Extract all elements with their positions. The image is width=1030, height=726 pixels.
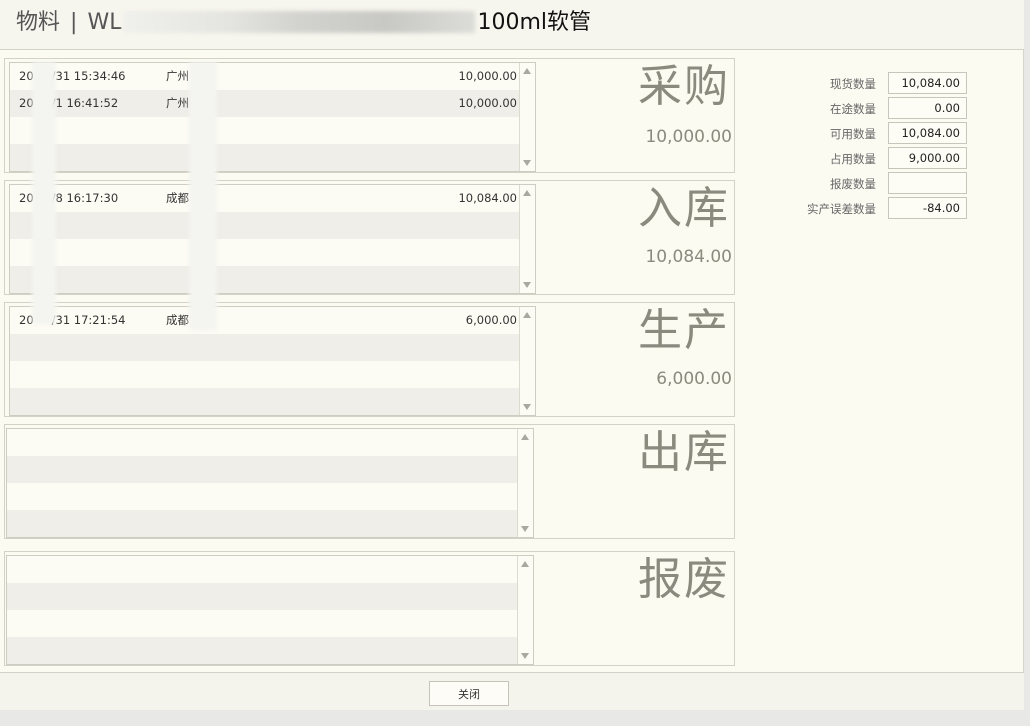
- stat-value: 10,084.00: [888, 122, 967, 144]
- panel-total: 10,084.00: [645, 247, 732, 267]
- redacted-region: [32, 62, 56, 324]
- purchase-list[interactable]: 20/31 15:34:46 广州 10,000.00 20/1 16:41:5…: [9, 62, 536, 172]
- panel-total: 10,000.00: [645, 127, 732, 147]
- table-row-empty: [10, 117, 519, 144]
- stat-label: 可用数量: [830, 127, 876, 141]
- panel-outbound: 出库: [4, 424, 735, 539]
- table-row-empty: [7, 583, 517, 610]
- stat-value: -84.00: [888, 197, 967, 219]
- table-row-empty: [7, 610, 517, 637]
- table-row-empty: [10, 212, 519, 239]
- row-org: 成都: [166, 191, 189, 205]
- stat-row: 可用数量 10,084.00: [780, 122, 1000, 147]
- scroll-up-icon[interactable]: [521, 561, 529, 567]
- table-row[interactable]: 20/8 16:17:30 成都 10,084.00: [10, 185, 519, 212]
- stat-label: 实产误差数量: [807, 202, 876, 216]
- panel-purchase: 20/31 15:34:46 广州 10,000.00 20/1 16:41:5…: [4, 58, 735, 173]
- scroll-down-icon[interactable]: [523, 282, 531, 288]
- stat-row: 在途数量 0.00: [780, 97, 1000, 122]
- table-row-empty: [10, 361, 519, 388]
- inbound-list[interactable]: 20/8 16:17:30 成都 10,084.00: [9, 184, 536, 294]
- panel-title: 报废: [638, 554, 730, 605]
- scrollbar[interactable]: [517, 429, 533, 537]
- scroll-up-icon[interactable]: [523, 68, 531, 74]
- footer: 关闭: [0, 672, 1024, 710]
- title-separator: |: [70, 10, 78, 35]
- panel-title: 采购: [638, 61, 730, 112]
- stat-row: 实产误差数量 -84.00: [780, 197, 1000, 222]
- panel-inbound: 20/8 16:17:30 成都 10,084.00 入库 10,084.00: [4, 180, 735, 295]
- header: 物料 | WL 100ml软管: [0, 0, 1024, 50]
- stat-label: 在途数量: [830, 102, 876, 116]
- stat-label: 占用数量: [830, 152, 876, 166]
- stat-label: 报废数量: [830, 177, 876, 191]
- table-row-empty: [7, 637, 517, 664]
- stat-value: 10,084.00: [888, 72, 967, 94]
- title-prefix: 物料: [16, 10, 61, 35]
- row-org: 广州: [166, 69, 189, 83]
- row-qty: 10,084.00: [458, 191, 517, 205]
- scroll-up-icon[interactable]: [521, 434, 529, 440]
- table-row-empty: [10, 239, 519, 266]
- table-row[interactable]: 20/31 17:21:54 成都 6,000.00: [10, 307, 519, 334]
- redacted-region: [123, 11, 476, 33]
- scroll-down-icon[interactable]: [523, 404, 531, 410]
- panel-title: 入库: [638, 183, 730, 234]
- stat-value: 0.00: [888, 97, 967, 119]
- scroll-up-icon[interactable]: [523, 312, 531, 318]
- page-title: 物料 | WL 100ml软管: [16, 8, 591, 38]
- scrollbar[interactable]: [519, 185, 535, 293]
- table-row-empty: [7, 456, 517, 483]
- stat-row: 报废数量: [780, 172, 1000, 197]
- stock-summary: 现货数量 10,084.00 在途数量 0.00 可用数量 10,084.00 …: [780, 72, 1000, 222]
- scroll-down-icon[interactable]: [521, 653, 529, 659]
- table-row-empty: [7, 556, 517, 583]
- panel-production: 20/31 17:21:54 成都 6,000.00 生产 6,000.00: [4, 302, 735, 417]
- table-row-empty: [7, 483, 517, 510]
- scrap-list[interactable]: [6, 555, 534, 665]
- panel-title: 生产: [638, 305, 730, 356]
- stat-row: 占用数量 9,000.00: [780, 147, 1000, 172]
- material-detail-window: 物料 | WL 100ml软管 20/31 15:34:46 广州 10,000.00…: [0, 0, 1024, 710]
- stat-row: 现货数量 10,084.00: [780, 72, 1000, 97]
- row-qty: 10,000.00: [458, 96, 517, 110]
- table-row-empty: [10, 266, 519, 293]
- scroll-down-icon[interactable]: [523, 160, 531, 166]
- panel-title: 出库: [638, 427, 730, 478]
- scroll-up-icon[interactable]: [523, 190, 531, 196]
- table-row-empty: [10, 144, 519, 171]
- panel-scrap: 报废: [4, 551, 735, 666]
- table-row-empty: [7, 510, 517, 537]
- table-row-empty: [10, 388, 519, 415]
- production-list[interactable]: 20/31 17:21:54 成都 6,000.00: [9, 306, 536, 416]
- row-qty: 10,000.00: [458, 69, 517, 83]
- title-code: WL: [87, 10, 122, 35]
- outbound-list[interactable]: [6, 428, 534, 538]
- stat-label: 现货数量: [830, 77, 876, 91]
- table-row-empty: [10, 334, 519, 361]
- row-org: 成都: [166, 313, 189, 327]
- close-button[interactable]: 关闭: [429, 681, 509, 706]
- table-row[interactable]: 20/1 16:41:52 广州 10,000.00: [10, 90, 519, 117]
- table-row[interactable]: 20/31 15:34:46 广州 10,000.00: [10, 63, 519, 90]
- scrollbar[interactable]: [519, 63, 535, 171]
- scrollbar[interactable]: [519, 307, 535, 415]
- stat-value: [888, 172, 967, 194]
- scroll-down-icon[interactable]: [521, 526, 529, 532]
- title-name: 100ml软管: [477, 10, 591, 35]
- stat-value: 9,000.00: [888, 147, 967, 169]
- table-row-empty: [7, 429, 517, 456]
- redacted-region: [189, 62, 217, 330]
- scrollbar[interactable]: [517, 556, 533, 664]
- row-qty: 6,000.00: [465, 313, 517, 327]
- panel-total: 6,000.00: [656, 369, 732, 389]
- row-org: 广州: [166, 96, 189, 110]
